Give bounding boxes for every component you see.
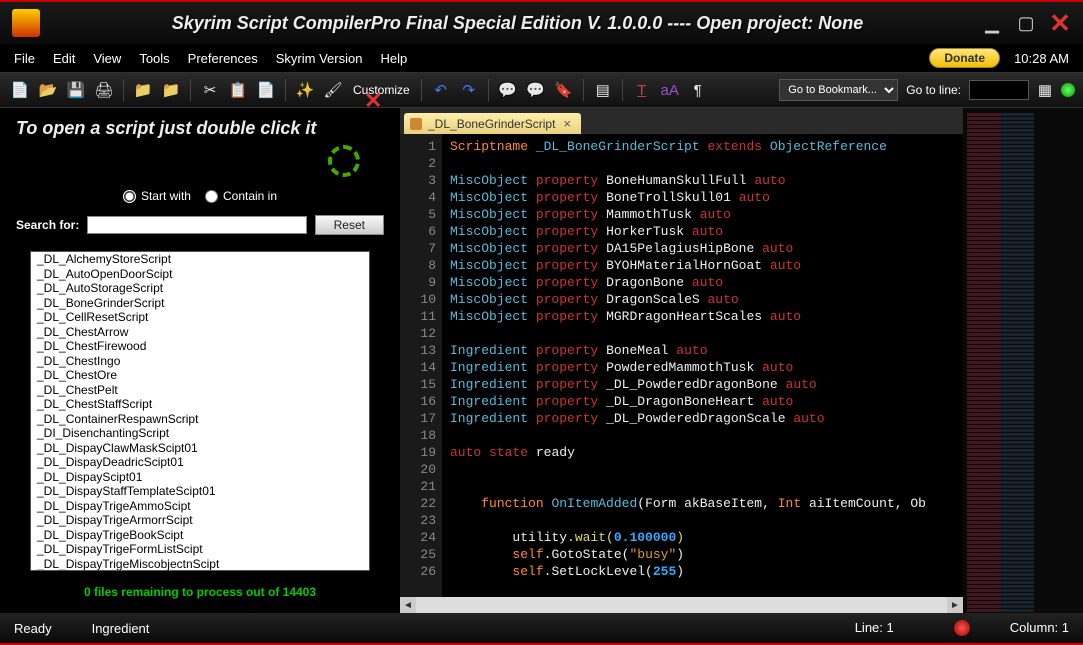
clock: 10:28 AM xyxy=(1014,51,1069,66)
status-led-red-icon xyxy=(954,620,970,636)
process-status: 0 files remaining to process out of 1440… xyxy=(16,575,384,603)
text-color-icon[interactable]: T̲ xyxy=(630,78,654,102)
menu-edit[interactable]: Edit xyxy=(53,51,75,66)
list-item[interactable]: _DL_ChestIngo xyxy=(31,354,369,369)
search-label: Search for: xyxy=(16,218,79,232)
bookmark-icon[interactable]: 🔖 xyxy=(552,78,576,102)
refresh-icon[interactable] xyxy=(328,145,360,177)
list-item[interactable]: _DL_ChestFirewood xyxy=(31,339,369,354)
copy-icon[interactable]: 📋 xyxy=(226,78,250,102)
tab-label: _DL_BoneGrinderScript xyxy=(428,117,555,131)
paste-icon[interactable]: 📄 xyxy=(254,78,278,102)
status-context: Ingredient xyxy=(92,621,150,636)
search-input[interactable] xyxy=(87,216,306,234)
scroll-right-icon[interactable]: ► xyxy=(947,597,963,613)
list-item[interactable]: _DL_DispayClawMaskScipt01 xyxy=(31,441,369,456)
donate-button[interactable]: Donate xyxy=(929,48,1000,68)
redo-icon[interactable]: ↷ xyxy=(457,78,481,102)
list-item[interactable]: _DL_DispayTrigeFormListScipt xyxy=(31,542,369,557)
minimize-button[interactable]: ▁ xyxy=(981,12,1003,34)
list-item[interactable]: _DL_DispayStaffTemplateScipt01 xyxy=(31,484,369,499)
list-item[interactable]: _DL_DispayTrigeBookScipt xyxy=(31,528,369,543)
list-item[interactable]: _DL_DispayTrigeArmorrScipt xyxy=(31,513,369,528)
list-item[interactable]: _DL_DispayDeadricScipt01 xyxy=(31,455,369,470)
list-item[interactable]: _DL_ChestPelt xyxy=(31,383,369,398)
goto-line-input[interactable] xyxy=(969,80,1029,100)
menu-tools[interactable]: Tools xyxy=(139,51,169,66)
reset-button[interactable]: Reset xyxy=(315,215,384,235)
case-icon[interactable]: aA xyxy=(658,78,682,102)
pilcrow-icon[interactable]: ¶ xyxy=(686,78,710,102)
minimap[interactable] xyxy=(963,108,1083,613)
status-line: Line: 1 xyxy=(855,620,894,636)
scroll-left-icon[interactable]: ◄ xyxy=(400,597,416,613)
list-item[interactable]: _DL_ContainerRespawnScript xyxy=(31,412,369,427)
list-item[interactable]: _DL_ChestStaffScript xyxy=(31,397,369,412)
list-item[interactable]: _DL_AlchemyStoreScript xyxy=(31,252,369,267)
cut-icon[interactable]: ✂ xyxy=(198,78,222,102)
goto-line-label: Go to line: xyxy=(902,83,965,97)
radio-start-with[interactable]: Start with xyxy=(123,189,191,203)
toolbar: 📄 📂 💾 🖨 📁 📁 ✂ 📋 📄 ✨ 🖌 Customize ↶ ↷ 💬 💬 … xyxy=(0,72,1083,108)
folder2-icon[interactable]: 📁 xyxy=(159,78,183,102)
wand-icon[interactable]: ✨ xyxy=(293,78,317,102)
menu-file[interactable]: File xyxy=(14,51,35,66)
status-led-icon xyxy=(1061,83,1075,97)
list-item[interactable]: _DL_DispayTrigeAmmoScipt xyxy=(31,499,369,514)
window-title: Skyrim Script CompilerPro Final Special … xyxy=(54,13,981,34)
menu-preferences[interactable]: Preferences xyxy=(188,51,258,66)
close-button[interactable]: ✕ xyxy=(1049,12,1071,34)
tab-close-icon[interactable]: × xyxy=(563,116,571,131)
horizontal-scrollbar[interactable]: ◄ ► xyxy=(400,597,963,613)
folder-icon[interactable]: 📁 xyxy=(131,78,155,102)
goto-bookmark-select[interactable]: Go to Bookmark... xyxy=(779,79,898,101)
save-all-icon[interactable]: 🖨 xyxy=(92,78,116,102)
list-item[interactable]: _DL_DispayScipt01 xyxy=(31,470,369,485)
list-item[interactable]: _DL_ChestOre xyxy=(31,368,369,383)
menu-skyrim-version[interactable]: Skyrim Version xyxy=(276,51,363,66)
script-list[interactable]: _DL_AlchemyStoreScript_DL_AutoOpenDoorSc… xyxy=(30,251,370,571)
app-icon xyxy=(12,9,40,37)
code-editor[interactable]: Scriptname _DL_BoneGrinderScript extends… xyxy=(442,134,963,597)
comment-icon[interactable]: 💬 xyxy=(496,78,520,102)
grid-icon[interactable]: ▦ xyxy=(1033,78,1057,102)
status-ready: Ready xyxy=(14,621,52,636)
line-gutter: 1234567891011121314151617181920212223242… xyxy=(400,134,442,597)
menu-view[interactable]: View xyxy=(93,51,121,66)
list-item[interactable]: _DL_BoneGrinderScript xyxy=(31,296,369,311)
new-icon[interactable]: 📄 xyxy=(8,78,32,102)
save-icon[interactable]: 💾 xyxy=(64,78,88,102)
status-column: Column: 1 xyxy=(1010,620,1069,636)
list-item[interactable]: _DI_DisenchantingScript xyxy=(31,426,369,441)
menu-help[interactable]: Help xyxy=(380,51,407,66)
radio-contain-in[interactable]: Contain in xyxy=(205,189,277,203)
panel-close-icon[interactable]: ✕ xyxy=(364,88,386,110)
uncomment-icon[interactable]: 💬 xyxy=(524,78,548,102)
brush-icon[interactable]: 🖌 xyxy=(321,78,345,102)
undo-icon[interactable]: ↶ xyxy=(429,78,453,102)
open-hint: To open a script just double click it xyxy=(16,118,316,139)
open-icon[interactable]: 📂 xyxy=(36,78,60,102)
list-item[interactable]: _DL_DispayTrigeMiscobjectnScipt xyxy=(31,557,369,572)
menu-bar: File Edit View Tools Preferences Skyrim … xyxy=(0,44,1083,72)
list-item[interactable]: _DL_ChestArrow xyxy=(31,325,369,340)
list-item[interactable]: _DL_AutoStorageScript xyxy=(31,281,369,296)
list-item[interactable]: _DL_AutoOpenDoorScipt xyxy=(31,267,369,282)
list-item[interactable]: _DL_CellResetScript xyxy=(31,310,369,325)
editor-tab[interactable]: _DL_BoneGrinderScript × xyxy=(404,113,581,134)
maximize-button[interactable]: ▢ xyxy=(1015,12,1037,34)
panel-icon[interactable]: ▤ xyxy=(591,78,615,102)
